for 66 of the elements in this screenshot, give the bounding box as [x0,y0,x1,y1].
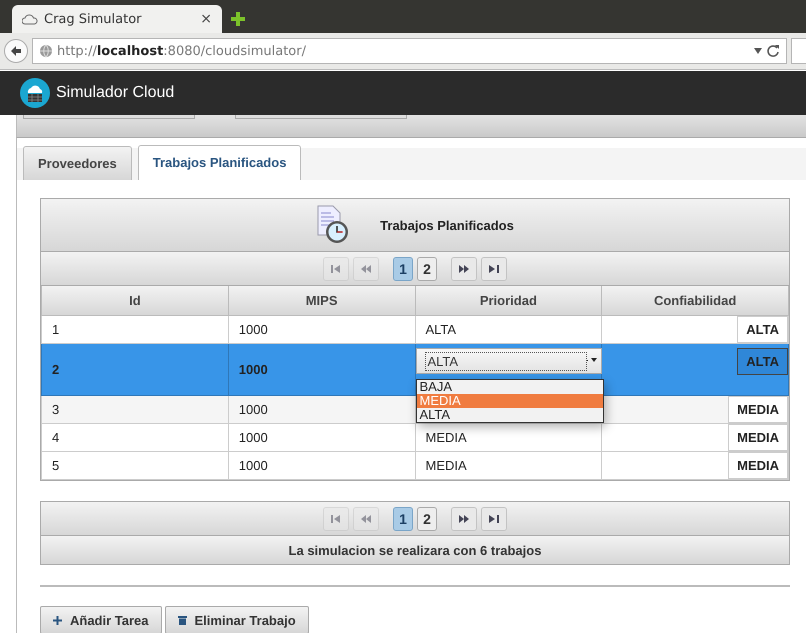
summary-text: La simulacion se realizara con 6 trabajos [41,536,789,564]
next-page-icon [459,264,469,272]
first-page-button[interactable] [323,256,349,280]
add-task-button[interactable]: Añadir Tarea [40,606,162,633]
previous-page-icon [361,264,371,272]
column-header[interactable]: MIPS [228,286,415,316]
last-page-button[interactable] [481,506,507,530]
table-cell: 3 [42,396,228,424]
previous-page-button[interactable] [353,506,379,530]
cloud-icon [22,14,38,24]
browser-tab[interactable]: Crag Simulator × [12,5,222,33]
cloud-server-logo-icon [20,78,50,108]
delete-job-button[interactable]: Eliminar Trabajo [164,606,309,633]
globe-icon [39,44,53,58]
reliability-field[interactable]: MEDIA [728,424,788,451]
column-header[interactable]: Confiabilidad [602,286,788,316]
table-cell: MEDIA [415,424,602,452]
app-title: Simulador Cloud [56,84,174,102]
first-page-icon [331,264,341,272]
previous-page-button[interactable] [353,256,379,280]
last-page-icon [489,264,499,272]
table-cell: 1000 [228,424,415,452]
page-number-button[interactable]: 1 [393,506,413,530]
url-text: http://localhost:8080/cloudsimulator/ [57,44,307,58]
dropdown-option[interactable]: BAJA [416,380,602,394]
tab[interactable]: Proveedores [23,146,132,180]
new-tab-icon[interactable] [230,11,246,27]
table-cell: 5 [42,452,228,480]
tab[interactable]: Trabajos Planificados [138,145,302,180]
close-tab-button[interactable]: × [200,11,212,27]
reliability-field[interactable]: ALTA [737,316,788,343]
next-page-button[interactable] [451,256,477,280]
table-cell: 1000 [228,452,415,480]
priority-select[interactable]: ALTA [416,348,602,374]
next-page-button[interactable] [451,506,477,530]
trash-icon [178,615,187,625]
dropdown-caret-icon[interactable] [754,48,762,54]
panel-title: Trabajos Planificados [380,218,514,232]
search-field[interactable] [791,38,806,64]
plus-icon [53,616,62,624]
table-cell: 1000 [228,344,415,396]
last-page-button[interactable] [481,256,507,280]
table-cell: 4 [42,424,228,452]
back-button[interactable] [4,39,28,63]
last-page-icon [489,514,499,522]
reliability-field[interactable]: MEDIA [728,452,788,479]
page-number-button[interactable]: 2 [417,256,437,280]
table-cell: 2 [42,344,228,396]
page-number-button[interactable]: 2 [417,506,437,530]
first-page-icon [331,514,341,522]
reliability-field[interactable]: ALTA [737,348,788,375]
document-clock-icon [316,205,350,245]
page-number-button[interactable]: 1 [393,256,413,280]
table-cell: 1000 [228,396,415,424]
first-page-button[interactable] [323,506,349,530]
tab-title: Crag Simulator [44,12,143,26]
column-header[interactable]: Prioridad [415,286,602,316]
table-cell: MEDIA [415,452,602,480]
previous-page-icon [361,514,371,522]
column-header[interactable]: Id [42,286,228,316]
address-bar[interactable]: http://localhost:8080/cloudsimulator/ [32,38,787,64]
dropdown-option[interactable]: ALTA [416,408,602,422]
back-arrow-icon [10,45,22,57]
next-page-icon [459,514,469,522]
reload-icon[interactable] [766,44,780,58]
reliability-field[interactable]: MEDIA [728,396,788,423]
